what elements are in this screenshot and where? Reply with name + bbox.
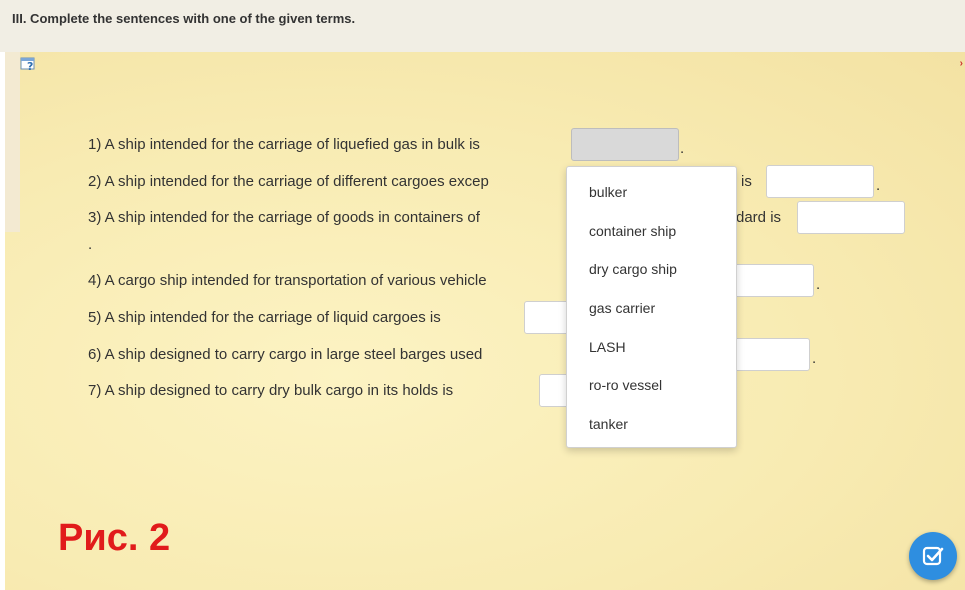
svg-text:?: ? — [27, 60, 33, 71]
sentence-5: 5) A ship intended for the carriage of l… — [88, 301, 441, 335]
answer-options-dropdown[interactable]: bulker container ship dry cargo ship gas… — [566, 166, 737, 448]
sentence-1-period: . — [680, 140, 685, 157]
sentence-3: 3) A ship intended for the carriage of g… — [88, 201, 480, 235]
option-ro-ro-vessel[interactable]: ro-ro vessel — [589, 377, 662, 393]
sentence-6-text: 6) A ship designed to carry cargo in lar… — [88, 346, 483, 363]
sentence-6: 6) A ship designed to carry cargo in lar… — [88, 338, 482, 372]
sentence-5-text: 5) A ship intended for the carriage of l… — [88, 309, 441, 326]
sentence-6-period: . — [812, 350, 817, 367]
option-bulker[interactable]: bulker — [589, 184, 627, 200]
option-tanker[interactable]: tanker — [589, 416, 628, 432]
left-margin — [5, 52, 20, 232]
sentence-2: 2) A ship intended for the carriage of d… — [88, 165, 489, 199]
sentence-1: 1) A ship intended for the carriage of l… — [88, 128, 480, 162]
task-header: III. Complete the sentences with one of … — [0, 0, 965, 52]
sentence-3-text: 3) A ship intended for the carriage of g… — [88, 209, 480, 226]
side-marker-icon: › — [959, 58, 963, 69]
check-icon — [922, 546, 944, 566]
sentence-4-text: 4) A cargo ship intended for transportat… — [88, 272, 487, 289]
sentence-4-period: . — [816, 276, 821, 293]
sentence-2-period: . — [876, 177, 881, 194]
sentence-3-period: . — [88, 236, 93, 253]
sentence-3-tail: dard is — [736, 209, 782, 226]
sentence-7: 7) A ship designed to carry dry bulk car… — [88, 374, 453, 408]
option-lash[interactable]: LASH — [589, 339, 626, 355]
task-title: III. Complete the sentences with one of … — [12, 11, 356, 26]
answer-1-select[interactable] — [571, 128, 679, 161]
answer-3-select[interactable] — [797, 201, 905, 234]
sentence-1-text: 1) A ship intended for the carriage of l… — [88, 136, 480, 153]
option-container-ship[interactable]: container ship — [589, 223, 676, 239]
figure-label: Рис. 2 — [58, 517, 171, 559]
option-gas-carrier[interactable]: gas carrier — [589, 300, 655, 316]
check-answers-button[interactable] — [909, 532, 957, 580]
sentence-7-text: 7) A ship designed to carry dry bulk car… — [88, 382, 454, 399]
answer-2-select[interactable] — [766, 165, 874, 198]
sentence-2-text: 2) A ship intended for the carriage of d… — [88, 173, 489, 190]
sentence-4: 4) A cargo ship intended for transportat… — [88, 264, 487, 298]
sentence-2-tail: is — [741, 173, 752, 190]
help-icon[interactable]: ? — [20, 55, 38, 73]
option-dry-cargo-ship[interactable]: dry cargo ship — [589, 261, 677, 277]
